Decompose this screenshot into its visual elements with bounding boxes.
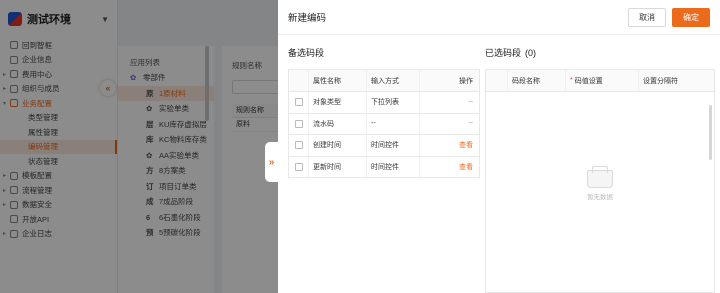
table-header: 属性名称 输入方式 操作 — [289, 70, 479, 92]
header-drag-col — [486, 70, 508, 91]
operation-cell: -- — [420, 92, 479, 113]
row-checkbox[interactable] — [294, 141, 303, 150]
attr-name-cell: 流水码 — [309, 113, 367, 134]
candidate-rows: 对象类型 下拉列表 -- 流水码 -- -- 创建时间 时间控件 查看 更新时间 时间控件 查看 — [289, 92, 479, 178]
row-checkbox[interactable] — [294, 162, 303, 171]
header-attr-name: 属性名称 — [309, 70, 367, 91]
attr-name-cell: 更新时间 — [309, 156, 367, 177]
table-row[interactable]: 创建时间 时间控件 查看 — [289, 135, 479, 157]
selected-segments-title: 已选码段 — [485, 48, 522, 58]
header-checkbox-col — [289, 70, 309, 91]
header-code-value-label: 码值设置 — [574, 77, 603, 85]
drawer-title: 新建编码 — [288, 13, 327, 24]
attr-name-cell: 创建时间 — [309, 135, 367, 156]
drawer-collapse-handle[interactable]: » — [265, 142, 278, 182]
candidate-segments-section: 备选码段 属性名称 输入方式 操作 对象类型 下拉列表 -- 流水码 -- -- 创建时间时… — [288, 35, 480, 178]
row-checkbox-cell — [289, 92, 309, 113]
header-segment-name: 码段名称 — [508, 70, 566, 91]
selected-segments-section: 已选码段 (0) 码段名称 * 码值设置 设置分隔符 暂无数据 — [485, 35, 715, 293]
candidate-segments-title: 备选码段 — [288, 48, 325, 58]
header-code-value: * 码值设置 — [566, 70, 639, 91]
header-operation: 操作 — [459, 77, 473, 85]
confirm-button[interactable]: 确定 — [672, 7, 710, 27]
view-link[interactable]: 查看 — [459, 140, 473, 150]
table-row[interactable]: 更新时间 时间控件 查看 — [289, 156, 479, 178]
row-checkbox-cell — [289, 156, 309, 177]
input-mode-cell: 下拉列表 — [367, 92, 420, 113]
selected-segments-count: (0) — [525, 48, 537, 58]
header-input-mode: 输入方式 — [367, 70, 420, 91]
selected-segments-table: 码段名称 * 码值设置 设置分隔符 暂无数据 — [485, 69, 715, 293]
operation-cell: -- — [420, 114, 479, 135]
table-header: 码段名称 * 码值设置 设置分隔符 — [486, 70, 714, 92]
view-link[interactable]: 查看 — [459, 162, 473, 172]
table-row[interactable]: 流水码 -- -- — [289, 113, 479, 135]
row-checkbox[interactable] — [294, 119, 303, 128]
input-mode-cell: -- — [367, 113, 420, 134]
row-checkbox-cell — [289, 135, 309, 156]
drawer-header: 新建编码 取消 确定 — [278, 0, 720, 35]
operation-cell: 查看 — [420, 135, 479, 156]
operation-placeholder: -- — [468, 120, 473, 128]
cancel-button[interactable]: 取消 — [628, 7, 666, 27]
operation-placeholder: -- — [468, 98, 473, 106]
operation-cell: 查看 — [420, 157, 479, 178]
selected-segments-title-wrap: 已选码段 (0) — [485, 35, 715, 69]
attr-name-cell: 对象类型 — [309, 92, 367, 113]
header-separator: 设置分隔符 — [643, 77, 678, 85]
drawer-actions: 取消 确定 — [628, 7, 710, 27]
empty-box-icon — [587, 166, 613, 188]
input-mode-cell: 时间控件 — [367, 156, 420, 177]
new-code-drawer: 新建编码 取消 确定 备选码段 属性名称 输入方式 操作 对象类型 下拉列表 -- 流… — [278, 0, 720, 293]
selected-table-scrollbar[interactable] — [709, 105, 712, 160]
row-checkbox-cell — [289, 113, 309, 134]
candidate-segments-table: 属性名称 输入方式 操作 对象类型 下拉列表 -- 流水码 -- -- 创建时间 时间控件 查看… — [288, 69, 480, 178]
table-row[interactable]: 对象类型 下拉列表 -- — [289, 92, 479, 114]
row-checkbox[interactable] — [294, 98, 303, 107]
empty-text: 暂无数据 — [587, 194, 613, 201]
input-mode-cell: 时间控件 — [367, 135, 420, 156]
required-mark: * — [570, 77, 573, 84]
empty-state: 暂无数据 — [587, 166, 613, 201]
